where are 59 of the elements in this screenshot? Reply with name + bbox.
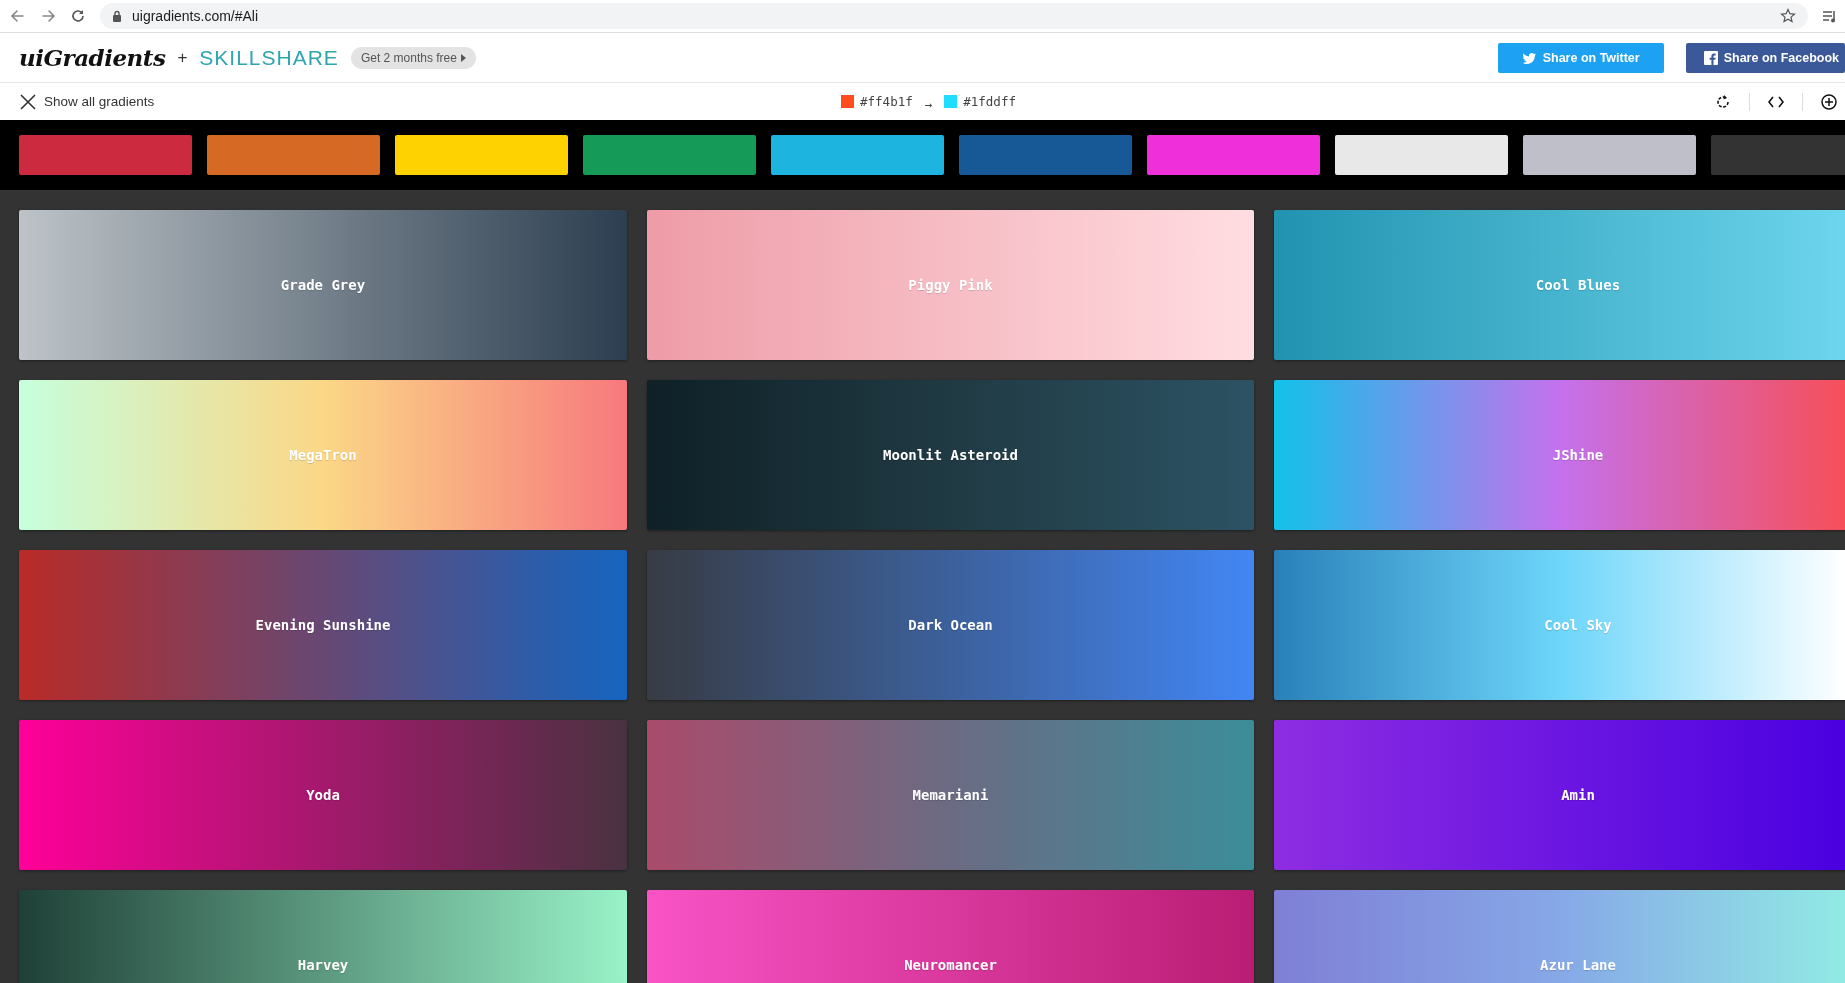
color-filter-swatch[interactable] xyxy=(1147,135,1320,175)
color-filter-swatch[interactable] xyxy=(1335,135,1508,175)
forward-icon[interactable] xyxy=(40,8,56,24)
gradient-name: Azur Lane xyxy=(1540,957,1616,973)
facebook-share-button[interactable]: Share on Facebook xyxy=(1685,42,1845,73)
twitter-share-button[interactable]: Share on Twitter xyxy=(1497,42,1664,73)
gradient-name: Cool Blues xyxy=(1535,277,1621,293)
caret-icon xyxy=(460,53,466,62)
gradient-name: Cool Sky xyxy=(1544,617,1612,633)
gradient-name: Piggy Pink xyxy=(908,277,993,293)
add-icon[interactable] xyxy=(1821,93,1837,110)
gradient-name: Evening Sunshine xyxy=(255,617,391,633)
gradient-card[interactable]: Yoda xyxy=(19,720,627,870)
promo-button[interactable]: Get 2 months free xyxy=(350,46,476,69)
lock-icon xyxy=(112,10,122,22)
rotate-icon[interactable] xyxy=(1715,93,1731,110)
address-bar[interactable]: uigradients.com/#Ali xyxy=(100,3,1808,29)
plus-sign: + xyxy=(177,47,188,68)
hex-code: #ff4b1f xyxy=(860,94,913,109)
gradient-name: JShine xyxy=(1552,447,1604,463)
gradient-name: Yoda xyxy=(306,787,340,803)
gradient-name: Amin xyxy=(1561,787,1595,803)
color-filter-swatch[interactable] xyxy=(1523,135,1696,175)
partner-logo[interactable]: SKILLSHARE xyxy=(199,45,339,70)
gradient-name: Grade Grey xyxy=(280,277,366,293)
gradient-card[interactable]: JShine xyxy=(1274,380,1845,530)
arrow-icon: → xyxy=(924,97,933,112)
color-filter-swatch[interactable] xyxy=(583,135,756,175)
gradient-name: Moonlit Asteroid xyxy=(883,447,1018,463)
star-icon[interactable] xyxy=(1780,8,1796,24)
color-filter-swatch[interactable] xyxy=(395,135,568,175)
bird-icon xyxy=(1521,50,1537,65)
color-filter-swatch[interactable] xyxy=(207,135,380,175)
gradient-card[interactable]: Neuromancer xyxy=(647,890,1254,983)
color-filter-swatch[interactable] xyxy=(959,135,1132,175)
gradient-card[interactable]: Amin xyxy=(1274,720,1845,870)
close-icon xyxy=(20,93,36,110)
hex-code: #1fddff xyxy=(963,94,1016,109)
facebook-icon xyxy=(1703,50,1718,65)
gradient-card[interactable]: Grade Grey xyxy=(19,210,627,360)
show-all-gradients-button[interactable]: Show all gradients xyxy=(20,93,155,110)
gradient-card[interactable]: Moonlit Asteroid xyxy=(647,380,1254,530)
gradient-card[interactable]: Harvey xyxy=(19,890,627,983)
gradient-name: Dark Ocean xyxy=(908,617,993,633)
gradient-card[interactable]: Memariani xyxy=(647,720,1254,870)
url-text: uigradients.com/#Ali xyxy=(132,8,259,24)
color-filter-swatch[interactable] xyxy=(1711,135,1845,175)
back-icon[interactable] xyxy=(10,8,26,24)
logo[interactable]: uiGradients xyxy=(19,44,166,71)
gradient-card[interactable]: Evening Sunshine xyxy=(19,550,627,700)
color-filter-swatch[interactable] xyxy=(19,135,192,175)
color-filter-swatch[interactable] xyxy=(771,135,944,175)
media-icon[interactable] xyxy=(1822,8,1837,24)
gradient-name: Memariani xyxy=(912,787,989,803)
gradient-card[interactable]: Dark Ocean xyxy=(647,550,1254,700)
gradient-name: MegaTron xyxy=(289,447,357,463)
gradient-name: Harvey xyxy=(297,957,349,973)
gradient-name: Neuromancer xyxy=(904,957,997,973)
reload-icon[interactable] xyxy=(70,8,86,24)
